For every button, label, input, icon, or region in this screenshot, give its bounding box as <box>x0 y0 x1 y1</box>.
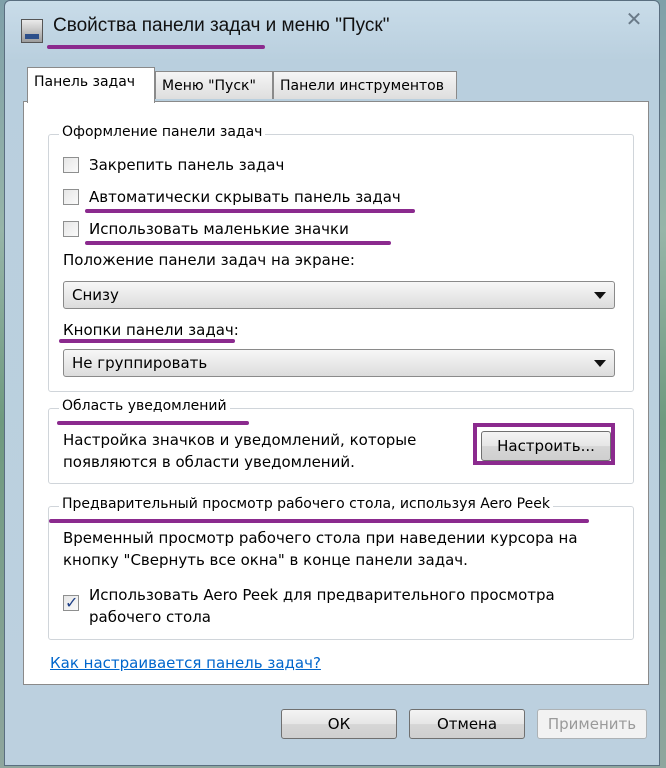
group-title-notification: Область уведомлений <box>59 398 230 414</box>
chevron-down-icon <box>594 292 606 299</box>
window-title: Свойства панели задач и меню "Пуск" <box>53 15 390 36</box>
close-icon[interactable]: ✕ <box>615 9 653 29</box>
buttons-select-value: Не группировать <box>72 354 208 372</box>
tab-panel: Оформление панели задач Закрепить панель… <box>23 101 649 685</box>
notification-description-line2: появляются в области уведомлений. <box>63 453 355 471</box>
chevron-down-icon <box>594 360 606 367</box>
aero-description-line1: Временный просмотр рабочего стола при на… <box>63 529 578 547</box>
autohide-label: Автоматически скрывать панель задач <box>89 188 401 206</box>
highlight-underline-aero <box>49 519 589 523</box>
highlight-underline-small-icons <box>85 241 391 245</box>
small-icons-label: Использовать маленькие значки <box>89 220 349 238</box>
tab-start-menu[interactable]: Меню "Пуск" <box>155 71 273 99</box>
aero-peek-label-line1: Использовать Aero Peek для предварительн… <box>89 586 555 604</box>
help-link[interactable]: Как настраивается панель задач? <box>50 654 321 672</box>
taskbar-appearance-group: Оформление панели задач Закрепить панель… <box>48 124 634 392</box>
buttons-select[interactable]: Не группировать <box>63 349 615 377</box>
title-bar[interactable]: Свойства панели задач и меню "Пуск" ✕ <box>5 1 659 63</box>
tab-toolbars[interactable]: Панели инструментов <box>273 71 457 99</box>
taskbar-properties-dialog: Свойства панели задач и меню "Пуск" ✕ Па… <box>4 0 660 766</box>
ok-button[interactable]: ОК <box>281 709 397 739</box>
group-title-appearance: Оформление панели задач <box>59 124 266 140</box>
position-label: Положение панели задач на экране: <box>63 251 355 269</box>
aero-peek-group: Предварительный просмотр рабочего стола,… <box>48 496 634 640</box>
lock-taskbar-label: Закрепить панель задач <box>89 156 285 174</box>
aero-description-line2: кнопку "Свернуть все окна" в конце панел… <box>63 551 468 569</box>
tab-taskbar[interactable]: Панель задач <box>27 67 155 103</box>
window-app-icon <box>21 19 43 43</box>
highlight-box-customize <box>473 423 615 465</box>
aero-peek-checkbox[interactable] <box>63 593 79 612</box>
highlight-underline-buttons <box>59 339 235 343</box>
aero-peek-label-line2: рабочего стола <box>89 608 211 626</box>
small-icons-checkbox[interactable] <box>63 221 79 237</box>
highlight-underline-notification <box>57 421 249 425</box>
group-title-aero-peek: Предварительный просмотр рабочего стола,… <box>59 496 553 512</box>
position-select[interactable]: Снизу <box>63 281 615 309</box>
buttons-label: Кнопки панели задач: <box>63 321 239 339</box>
cancel-button[interactable]: Отмена <box>409 709 525 739</box>
highlight-underline-title <box>47 45 265 49</box>
notification-description-line1: Настройка значков и уведомлений, которые <box>63 431 417 449</box>
highlight-underline-autohide <box>85 209 415 213</box>
position-select-value: Снизу <box>72 286 119 304</box>
lock-taskbar-checkbox[interactable] <box>63 157 79 173</box>
autohide-checkbox[interactable] <box>63 189 79 205</box>
apply-button[interactable]: Применить <box>537 709 647 739</box>
